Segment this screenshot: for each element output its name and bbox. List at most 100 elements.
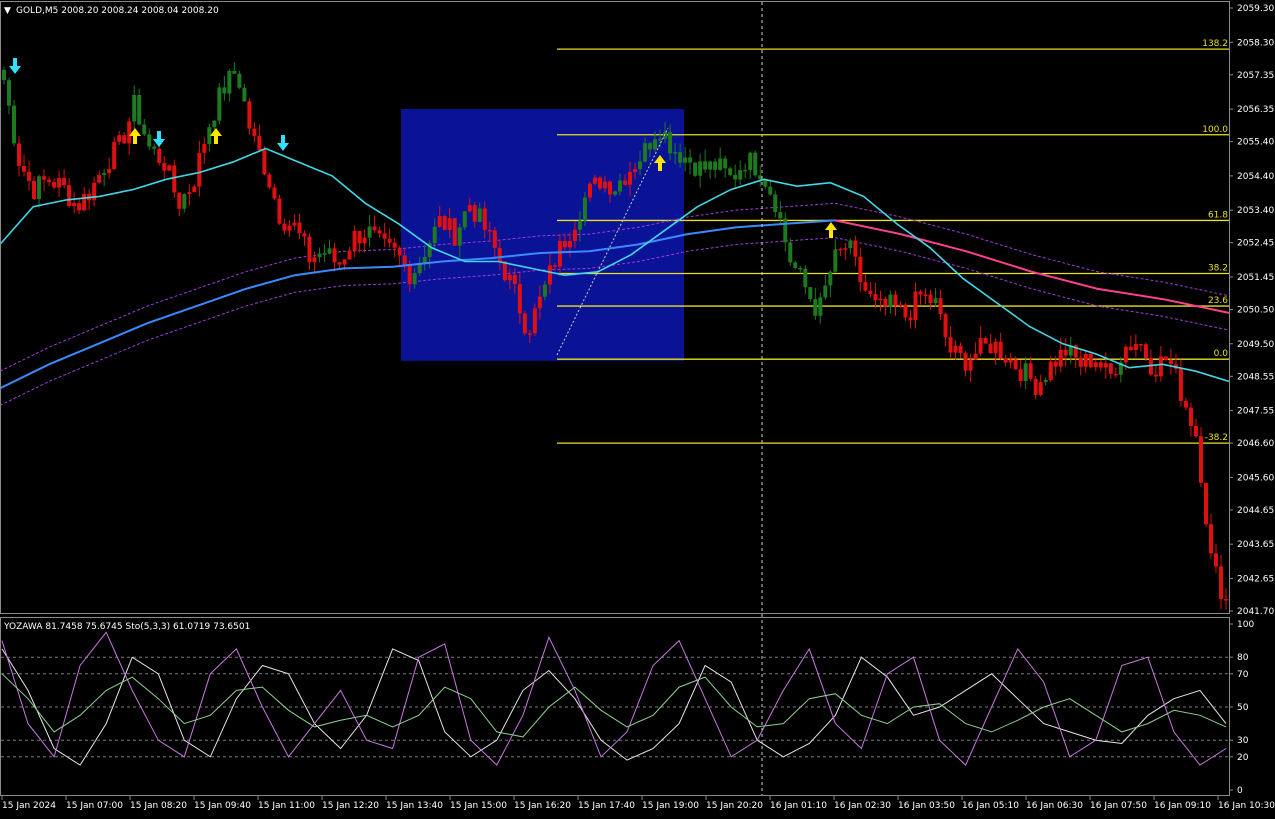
candle-body: [37, 176, 42, 200]
candle-body: [1003, 358, 1008, 363]
candle-body: [337, 262, 342, 265]
time-tick-label: 16 Jan 10:30: [1218, 801, 1275, 811]
price-tick-label: 2058.30: [1237, 38, 1274, 48]
candle-body: [708, 161, 713, 170]
time-tick-label: 15 Jan 16:20: [514, 801, 571, 811]
candle-body: [1098, 362, 1103, 368]
candle-body: [693, 162, 698, 176]
candle-body: [653, 139, 658, 150]
candle-body: [367, 226, 372, 238]
candle-body: [1018, 369, 1023, 382]
candle-body: [492, 230, 497, 248]
candle-body: [572, 229, 577, 242]
candle-body: [317, 253, 322, 258]
chart-svg[interactable]: 138.2 100.0 61.8 38.2 23.6 0.0 -38.2 2059.30 20…: [0, 0, 1275, 815]
candle-body: [567, 241, 572, 248]
candle-body: [678, 152, 683, 163]
candle-body: [532, 308, 537, 334]
candle-body: [497, 247, 502, 262]
candle-body: [1138, 344, 1143, 346]
candle-body: [833, 249, 838, 272]
candle-body: [1008, 359, 1013, 363]
candle-body: [442, 216, 447, 231]
candle-body: [1198, 436, 1203, 483]
price-tick-label: 2042.65: [1237, 574, 1274, 584]
time-tick-label: 16 Jan 01:10: [770, 801, 827, 811]
candle-body: [562, 240, 567, 248]
price-tick-label: 2053.40: [1237, 206, 1274, 216]
candle-body: [157, 148, 162, 163]
candle-body: [698, 161, 703, 176]
candle-body: [107, 169, 112, 174]
candle-body: [437, 216, 442, 227]
candle-body: [147, 134, 152, 147]
candle-body: [823, 285, 828, 298]
fib-level-label: 23.6: [1208, 296, 1228, 306]
candle-body: [933, 298, 938, 304]
candle-body: [222, 87, 227, 94]
candle-body: [342, 259, 347, 265]
candle-body: [843, 248, 848, 250]
candle-body: [1028, 363, 1033, 379]
range-box: [401, 109, 684, 361]
candle-body: [748, 152, 753, 170]
candle-body: [1193, 426, 1198, 437]
candle-body: [582, 197, 587, 221]
price-tick-label: 2043.65: [1237, 540, 1274, 550]
candle-body: [252, 128, 257, 136]
candle-body: [607, 181, 612, 195]
candle-body: [1088, 353, 1093, 368]
candle-body: [703, 161, 708, 170]
candle-body: [347, 250, 352, 260]
candle-body: [1103, 363, 1108, 368]
symbol-dropdown-icon[interactable]: ▼: [4, 6, 11, 16]
candle-body: [17, 143, 22, 166]
candle-body: [237, 73, 242, 88]
candle-body: [858, 256, 863, 283]
candle-body: [112, 141, 117, 170]
candle-body: [202, 144, 207, 153]
candle-body: [577, 220, 582, 230]
candle-body: [132, 95, 137, 122]
candle-body: [487, 229, 492, 232]
trading-chart[interactable]: 138.2 100.0 61.8 38.2 23.6 0.0 -38.2 2059.30 20…: [0, 0, 1275, 815]
candle-body: [643, 143, 648, 162]
candle-body: [1218, 566, 1223, 600]
candle-body: [292, 222, 297, 226]
fib-level-label: 0.0: [1214, 349, 1229, 359]
candle-body: [377, 230, 382, 234]
candle-body: [397, 247, 402, 256]
candle-body: [7, 80, 12, 106]
candle-body: [247, 101, 252, 129]
candle-body: [638, 161, 643, 170]
candle-body: [1033, 378, 1038, 395]
candle-body: [1013, 359, 1018, 370]
candle-body: [1058, 349, 1063, 367]
candle-body: [863, 282, 868, 291]
price-tick-label: 2046.60: [1237, 439, 1274, 449]
fib-level-label: 61.8: [1208, 210, 1228, 220]
candle-body: [633, 169, 638, 172]
candle-body: [963, 353, 968, 371]
candle-body: [1083, 353, 1088, 367]
candle-body: [818, 297, 823, 316]
price-tick-label: 2049.50: [1237, 340, 1274, 350]
candle-body: [1143, 344, 1148, 358]
candle-body: [1128, 346, 1133, 351]
candle-body: [452, 218, 457, 246]
candle-body: [1048, 361, 1053, 380]
candle-body: [387, 238, 392, 243]
candle-body: [1188, 407, 1193, 427]
price-tick-label: 2056.35: [1237, 105, 1274, 115]
time-tick-label: 15 Jan 09:40: [194, 801, 251, 811]
candle-body: [457, 227, 462, 246]
candle-body: [948, 337, 953, 353]
candle-body: [32, 180, 37, 200]
fib-level-label: 38.2: [1208, 264, 1228, 274]
candle-body: [302, 233, 307, 237]
candle-body: [197, 152, 202, 187]
price-tick-label: 2044.65: [1237, 506, 1274, 516]
candle-body: [853, 240, 858, 257]
candle-body: [898, 304, 903, 307]
candle-body: [888, 294, 893, 307]
